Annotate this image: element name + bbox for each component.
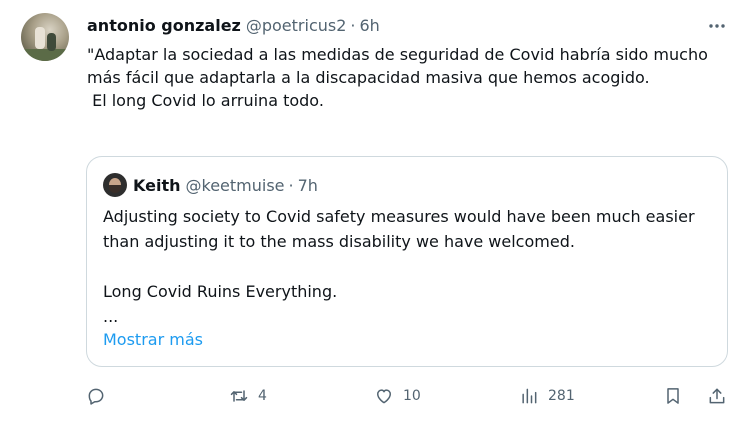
- views-icon: [522, 388, 537, 404]
- separator-dot: ·: [288, 175, 294, 195]
- author-handle[interactable]: @poetricus2: [246, 16, 347, 35]
- author-name[interactable]: antonio gonzalez: [87, 16, 241, 35]
- quoted-tweet[interactable]: Keith @keetmuise · 7h Adjusting society …: [86, 156, 728, 367]
- show-more-link[interactable]: Mostrar más: [103, 330, 203, 349]
- retweet-button[interactable]: 4: [229, 380, 267, 412]
- retweet-icon: [230, 390, 248, 402]
- like-count: 10: [403, 388, 421, 404]
- share-button[interactable]: [707, 380, 727, 412]
- quoted-tweet-header: Keith @keetmuise · 7h: [133, 175, 318, 195]
- quoted-tweet-time[interactable]: 7h: [298, 176, 318, 195]
- tweet-actions: 4 10 281: [0, 380, 744, 412]
- quoted-author-name[interactable]: Keith: [133, 176, 181, 195]
- author-avatar[interactable]: [21, 13, 69, 61]
- more-options-button[interactable]: [704, 13, 730, 39]
- heart-icon: [377, 389, 391, 404]
- tweet-card[interactable]: antonio gonzalez @poetricus2 · 6h "Adapt…: [0, 0, 744, 424]
- quoted-tweet-text: Adjusting society to Covid safety measur…: [103, 207, 695, 326]
- reply-icon: [88, 388, 104, 405]
- bookmark-icon: [667, 388, 679, 404]
- bookmark-button[interactable]: [663, 380, 683, 412]
- quoted-author-handle[interactable]: @keetmuise: [186, 176, 285, 195]
- retweet-count: 4: [258, 388, 267, 404]
- share-icon: [709, 388, 725, 404]
- views-button[interactable]: 281: [519, 380, 575, 412]
- reply-button[interactable]: [86, 380, 106, 412]
- quoted-author-avatar[interactable]: [103, 173, 127, 197]
- like-button[interactable]: 10: [374, 380, 421, 412]
- tweet-time[interactable]: 6h: [360, 16, 380, 35]
- more-horizontal-icon: [709, 24, 725, 28]
- tweet-text: "Adaptar la sociedad a las medidas de se…: [87, 45, 708, 110]
- views-count: 281: [548, 388, 575, 404]
- tweet-header: antonio gonzalez @poetricus2 · 6h: [87, 14, 380, 36]
- separator-dot: ·: [350, 15, 356, 35]
